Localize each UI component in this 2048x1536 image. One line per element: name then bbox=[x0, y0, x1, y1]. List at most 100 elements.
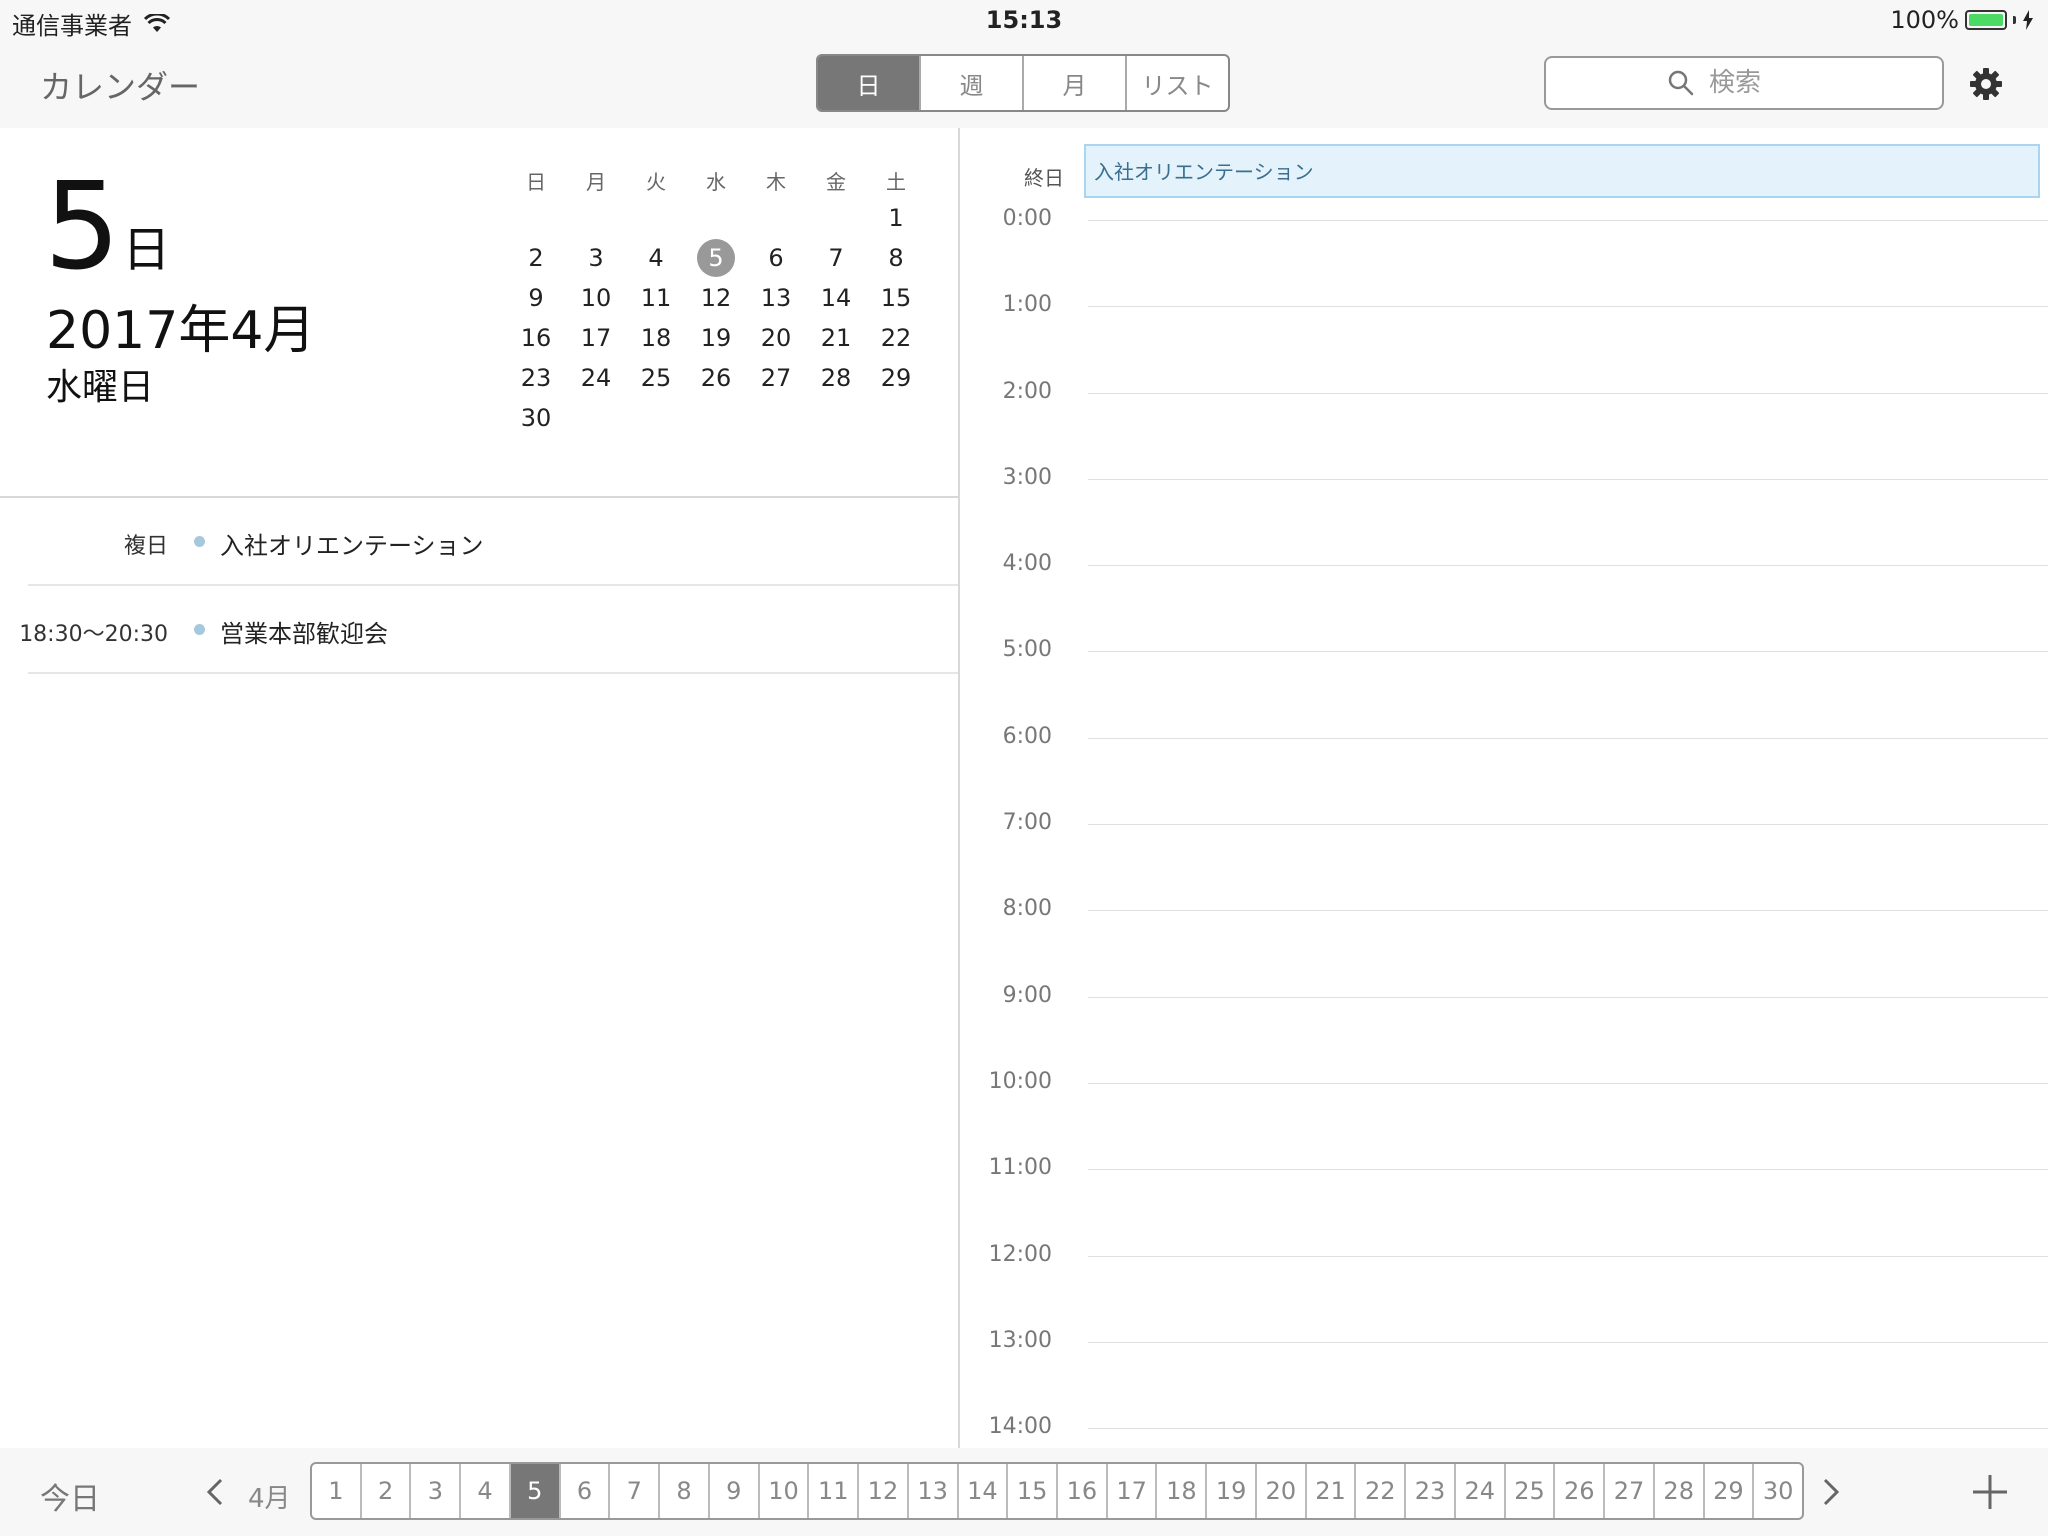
day-strip-item[interactable]: 5 bbox=[508, 1464, 559, 1518]
hour-row[interactable]: 14:00 bbox=[960, 1414, 2048, 1448]
day-strip-item[interactable]: 7 bbox=[608, 1464, 658, 1518]
day-strip-item[interactable]: 18 bbox=[1155, 1464, 1205, 1518]
calendar-day[interactable]: 1 bbox=[866, 198, 926, 238]
day-strip-item[interactable]: 1 bbox=[312, 1464, 360, 1518]
calendar-day[interactable]: 18 bbox=[626, 318, 686, 358]
day-strip-item[interactable]: 14 bbox=[956, 1464, 1007, 1518]
calendar-day[interactable]: 3 bbox=[566, 238, 626, 278]
gear-icon[interactable] bbox=[1968, 66, 2004, 102]
calendar-day[interactable]: 29 bbox=[866, 358, 926, 398]
today-button[interactable]: 今日 bbox=[40, 1474, 100, 1518]
calendar-day[interactable]: 2 bbox=[506, 238, 566, 278]
day-strip-item[interactable]: 23 bbox=[1404, 1464, 1454, 1518]
calendar-day[interactable]: 24 bbox=[566, 358, 626, 398]
day-strip-item[interactable]: 29 bbox=[1702, 1464, 1753, 1518]
day-strip-item[interactable]: 16 bbox=[1056, 1464, 1106, 1518]
day-strip-item[interactable]: 22 bbox=[1354, 1464, 1404, 1518]
calendar-day[interactable]: 26 bbox=[686, 358, 746, 398]
day-strip-item[interactable]: 28 bbox=[1652, 1464, 1703, 1518]
view-tab-3[interactable]: リスト bbox=[1125, 56, 1228, 110]
next-month-button[interactable] bbox=[1816, 1472, 1846, 1512]
hour-row[interactable]: 7:00 bbox=[960, 810, 2048, 906]
event-row[interactable]: 18:30〜20:30 営業本部歓迎会 bbox=[19, 586, 958, 674]
calendar-day[interactable]: 6 bbox=[746, 238, 806, 278]
calendar-day[interactable]: 16 bbox=[506, 318, 566, 358]
calendar-day[interactable]: 19 bbox=[686, 318, 746, 358]
day-strip-item[interactable]: 21 bbox=[1304, 1464, 1355, 1518]
event-list: 複日 入社オリエンテーション 18:30〜20:30 営業本部歓迎会 bbox=[0, 498, 958, 674]
event-row[interactable]: 複日 入社オリエンテーション bbox=[28, 498, 958, 586]
day-strip-item[interactable]: 17 bbox=[1105, 1464, 1156, 1518]
calendar-day[interactable]: 17 bbox=[566, 318, 626, 358]
calendar-day[interactable]: 27 bbox=[746, 358, 806, 398]
view-tab-1[interactable]: 週 bbox=[919, 56, 1022, 110]
day-strip-item[interactable]: 19 bbox=[1205, 1464, 1255, 1518]
day-strip-item[interactable]: 6 bbox=[558, 1464, 609, 1518]
calendar-day[interactable]: 28 bbox=[806, 358, 866, 398]
hour-row[interactable]: 0:00 bbox=[960, 206, 2048, 302]
hour-row[interactable]: 13:00 bbox=[960, 1328, 2048, 1424]
calendar-day[interactable]: 30 bbox=[506, 398, 566, 438]
search-box[interactable] bbox=[1544, 56, 1944, 110]
hour-line bbox=[1088, 910, 2048, 912]
hour-line bbox=[1088, 1169, 2048, 1171]
calendar-day[interactable]: 4 bbox=[626, 238, 686, 278]
hour-row[interactable]: 5:00 bbox=[960, 637, 2048, 733]
calendar-day[interactable]: 25 bbox=[626, 358, 686, 398]
day-strip-item[interactable]: 11 bbox=[807, 1464, 857, 1518]
hour-line bbox=[1088, 651, 2048, 653]
allday-label: 終日 bbox=[1024, 166, 1064, 190]
selected-year-month: 2017年4月 bbox=[46, 301, 316, 361]
day-strip-item[interactable]: 15 bbox=[1006, 1464, 1056, 1518]
prev-month-button[interactable] bbox=[200, 1472, 230, 1512]
event-color-dot bbox=[194, 536, 205, 547]
hour-line bbox=[1088, 565, 2048, 567]
calendar-day[interactable]: 7 bbox=[806, 238, 866, 278]
day-strip-item[interactable]: 30 bbox=[1752, 1464, 1802, 1518]
weekday-header: 日 bbox=[526, 169, 546, 194]
day-strip-item[interactable]: 9 bbox=[707, 1464, 758, 1518]
day-strip-item[interactable]: 24 bbox=[1453, 1464, 1504, 1518]
hour-row[interactable]: 11:00 bbox=[960, 1155, 2048, 1251]
view-tab-0[interactable]: 日 bbox=[818, 56, 919, 110]
calendar-day[interactable]: 5 bbox=[686, 238, 746, 278]
day-strip-item[interactable]: 10 bbox=[757, 1464, 808, 1518]
day-strip-item[interactable]: 20 bbox=[1254, 1464, 1305, 1518]
add-event-button[interactable] bbox=[1970, 1472, 2010, 1512]
calendar-day[interactable]: 11 bbox=[626, 278, 686, 318]
hour-row[interactable]: 12:00 bbox=[960, 1242, 2048, 1338]
day-strip-item[interactable]: 4 bbox=[459, 1464, 509, 1518]
calendar-day[interactable]: 12 bbox=[686, 278, 746, 318]
day-strip-item[interactable]: 8 bbox=[658, 1464, 708, 1518]
day-strip-item[interactable]: 2 bbox=[359, 1464, 410, 1518]
hour-row[interactable]: 4:00 bbox=[960, 551, 2048, 647]
calendar-day[interactable]: 23 bbox=[506, 358, 566, 398]
hour-row[interactable]: 10:00 bbox=[960, 1069, 2048, 1165]
day-strip-item[interactable]: 25 bbox=[1503, 1464, 1554, 1518]
hour-row[interactable]: 8:00 bbox=[960, 896, 2048, 992]
search-input[interactable] bbox=[1707, 67, 1821, 99]
calendar-day[interactable]: 22 bbox=[866, 318, 926, 358]
calendar-day[interactable]: 20 bbox=[746, 318, 806, 358]
calendar-day[interactable]: 13 bbox=[746, 278, 806, 318]
day-strip-item[interactable]: 26 bbox=[1553, 1464, 1603, 1518]
calendar-day[interactable]: 9 bbox=[506, 278, 566, 318]
calendar-day[interactable]: 21 bbox=[806, 318, 866, 358]
view-tab-2[interactable]: 月 bbox=[1022, 56, 1125, 110]
calendar-day[interactable]: 10 bbox=[566, 278, 626, 318]
hour-row[interactable]: 3:00 bbox=[960, 465, 2048, 561]
hour-row[interactable]: 1:00 bbox=[960, 292, 2048, 388]
hour-row[interactable]: 9:00 bbox=[960, 983, 2048, 1079]
weekday-header: 木 bbox=[766, 169, 786, 194]
day-strip-item[interactable]: 13 bbox=[906, 1464, 957, 1518]
calendar-day[interactable]: 15 bbox=[866, 278, 926, 318]
allday-event[interactable]: 入社オリエンテーション bbox=[1084, 144, 2040, 198]
day-strip-item[interactable]: 3 bbox=[409, 1464, 459, 1518]
hour-row[interactable]: 2:00 bbox=[960, 379, 2048, 475]
hour-row[interactable]: 6:00 bbox=[960, 724, 2048, 820]
day-strip-item[interactable]: 12 bbox=[857, 1464, 907, 1518]
calendar-day-number: 8 bbox=[888, 244, 904, 272]
calendar-day[interactable]: 14 bbox=[806, 278, 866, 318]
calendar-day[interactable]: 8 bbox=[866, 238, 926, 278]
day-strip-item[interactable]: 27 bbox=[1603, 1464, 1653, 1518]
